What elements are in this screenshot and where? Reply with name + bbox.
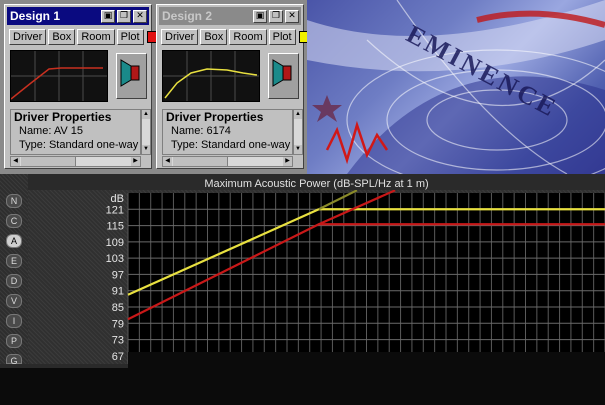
side-button-g[interactable]: G bbox=[6, 354, 22, 366]
side-button-c[interactable]: C bbox=[6, 214, 22, 228]
graph-svg: dB121 115 109 103 97 91 85 79 73 67 bbox=[106, 190, 605, 364]
mini-response-plot bbox=[10, 50, 108, 102]
driver-properties-panel: Driver Properties Name: AV 15 Type: Stan… bbox=[10, 109, 141, 155]
side-button-d[interactable]: D bbox=[6, 274, 22, 288]
driver-properties-panel: Driver Properties Name: 6174 Type: Stand… bbox=[162, 109, 293, 155]
mini-plot-svg bbox=[163, 51, 259, 101]
y-tick-label: 73 bbox=[112, 335, 124, 347]
titlebar[interactable]: Design 1 ▣ ❐ ✕ bbox=[7, 7, 149, 25]
save-icon[interactable]: ▣ bbox=[101, 9, 115, 23]
close-icon[interactable]: ✕ bbox=[285, 9, 299, 23]
scroll-thumb[interactable] bbox=[173, 157, 228, 166]
close-icon[interactable]: ✕ bbox=[133, 9, 147, 23]
y-tick-label: 109 bbox=[106, 237, 124, 249]
tab-room[interactable]: Room bbox=[77, 28, 115, 45]
driver-type: Type: Standard one-way bbox=[19, 139, 139, 151]
tab-plot[interactable]: Plot bbox=[116, 28, 144, 45]
scroll-right-icon[interactable]: ▶ bbox=[283, 157, 292, 166]
mini-plot-curve bbox=[10, 67, 103, 100]
side-button-v[interactable]: V bbox=[6, 294, 22, 308]
window-title: Design 2 bbox=[162, 9, 213, 23]
tab-box[interactable]: Box bbox=[48, 28, 76, 45]
tab-driver[interactable]: Driver bbox=[9, 28, 47, 45]
window-title: Design 1 bbox=[10, 9, 61, 23]
banner-art: EMINENCE bbox=[307, 0, 605, 174]
graph-title: Maximum Acoustic Power (dB-SPL/Hz at 1 m… bbox=[204, 178, 429, 190]
design-window-1[interactable]: Design 1 ▣ ❐ ✕ Driver Box Room Plot Driv… bbox=[4, 4, 159, 169]
scroll-down-icon[interactable]: ▼ bbox=[294, 145, 302, 154]
mini-response-plot bbox=[162, 50, 260, 102]
tab-driver[interactable]: Driver bbox=[161, 28, 199, 45]
y-tick-label: 121 bbox=[106, 204, 124, 216]
graph-frame: dB 121 115 109 103 97 91 85 79 73 67 bbox=[28, 190, 605, 364]
y-tick-label: 85 bbox=[112, 302, 124, 314]
side-button-i[interactable]: I bbox=[6, 314, 22, 328]
vertical-scrollbar[interactable]: ▲ ▼ bbox=[141, 109, 151, 155]
toolbar: Driver Box Room Plot bbox=[9, 28, 159, 45]
save-icon[interactable]: ▣ bbox=[253, 9, 267, 23]
scroll-left-icon[interactable]: ◀ bbox=[163, 157, 172, 166]
y-tick-label: 103 bbox=[106, 253, 124, 265]
speaker-icon[interactable] bbox=[268, 53, 299, 99]
horizontal-scrollbar[interactable]: ◀ ▶ bbox=[162, 156, 293, 167]
scroll-up-icon[interactable]: ▲ bbox=[142, 110, 150, 119]
tab-plot[interactable]: Plot bbox=[268, 28, 296, 45]
tab-room[interactable]: Room bbox=[229, 28, 267, 45]
y-axis-unit: dB bbox=[111, 193, 124, 205]
design-window-2[interactable]: Design 2 ▣ ❐ ✕ Driver Box Room Plot Driv… bbox=[156, 4, 311, 169]
scroll-down-icon[interactable]: ▼ bbox=[142, 145, 150, 154]
scroll-left-icon[interactable]: ◀ bbox=[11, 157, 20, 166]
horizontal-scrollbar[interactable]: ◀ ▶ bbox=[10, 156, 141, 167]
restore-icon[interactable]: ❐ bbox=[269, 9, 283, 23]
y-tick-label: 79 bbox=[112, 318, 124, 330]
speaker-icon[interactable] bbox=[116, 53, 147, 99]
titlebar[interactable]: Design 2 ▣ ❐ ✕ bbox=[159, 7, 301, 25]
driver-name: Name: 6174 bbox=[171, 125, 231, 137]
y-tick-label: 115 bbox=[106, 221, 124, 233]
scroll-right-icon[interactable]: ▶ bbox=[131, 157, 140, 166]
toolbar: Driver Box Room Plot bbox=[161, 28, 311, 45]
y-tick-label: 97 bbox=[112, 269, 124, 281]
side-button-n[interactable]: N bbox=[6, 194, 22, 208]
vertical-scrollbar[interactable]: ▲ ▼ bbox=[293, 109, 303, 155]
restore-icon[interactable]: ❐ bbox=[117, 9, 131, 23]
scroll-up-icon[interactable]: ▲ bbox=[294, 110, 302, 119]
occluded-region bbox=[0, 368, 605, 405]
side-toolbar: N C A E D V I P G bbox=[0, 174, 28, 366]
mini-plot-svg bbox=[10, 51, 107, 101]
y-tick-label: 91 bbox=[112, 286, 124, 298]
driver-type: Type: Standard one-way bbox=[171, 139, 291, 151]
eminence-banner: EMINENCE bbox=[307, 0, 605, 174]
side-button-e[interactable]: E bbox=[6, 254, 22, 268]
tab-box[interactable]: Box bbox=[200, 28, 228, 45]
props-heading: Driver Properties bbox=[14, 110, 112, 124]
workspace: Design 1 ▣ ❐ ✕ Driver Box Room Plot Driv… bbox=[0, 0, 605, 174]
y-tick-label: 67 bbox=[112, 351, 124, 363]
side-button-a[interactable]: A bbox=[6, 234, 22, 248]
scroll-thumb[interactable] bbox=[21, 157, 76, 166]
side-button-p[interactable]: P bbox=[6, 334, 22, 348]
driver-name: Name: AV 15 bbox=[19, 125, 83, 137]
props-heading: Driver Properties bbox=[166, 110, 264, 124]
